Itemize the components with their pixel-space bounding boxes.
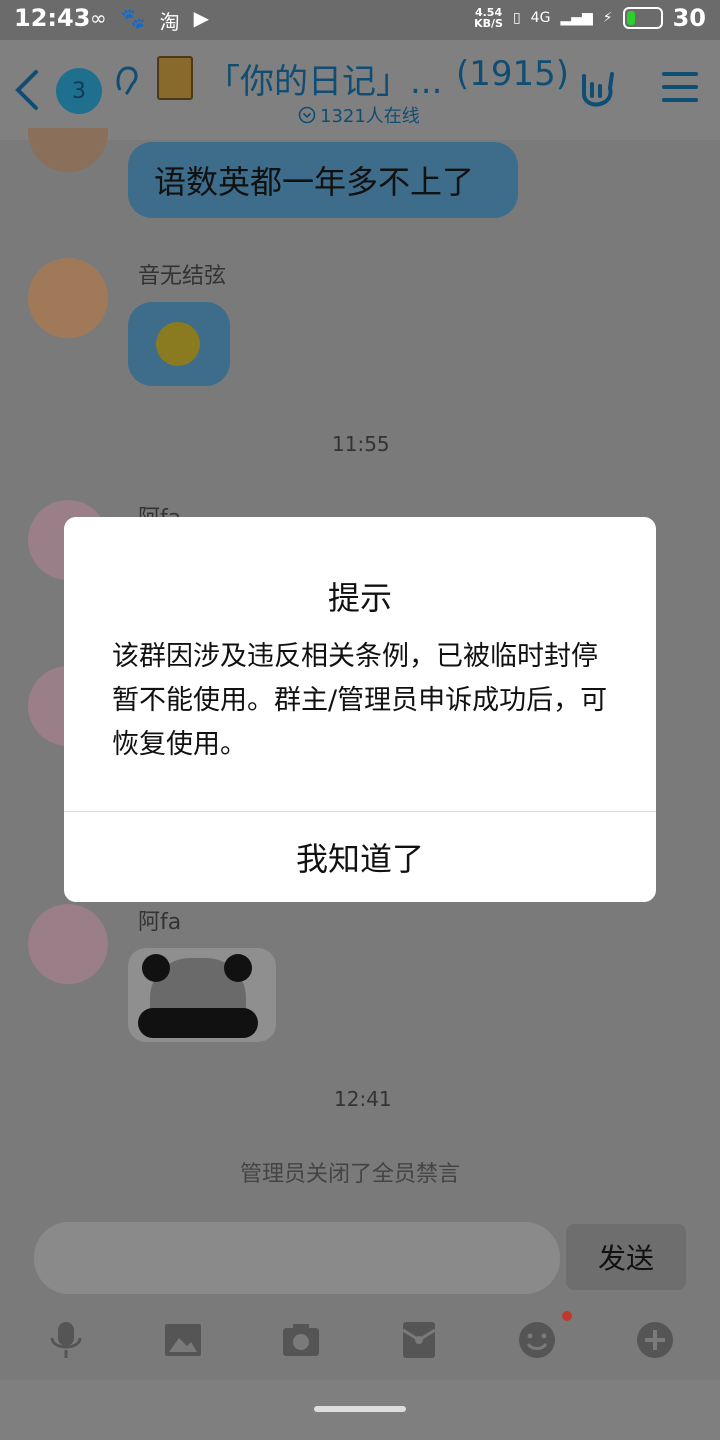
status-bar: 12:43 ∞ 🐾 淘 ▶ 4.54 KB/S ▯ 4G ▂▄▆ ⚡ 30: [0, 0, 720, 40]
dialog-message: 该群因涉及违反相关条例，已被临时封停暂不能使用。群主/管理员申诉成功后，可恢复使…: [112, 641, 608, 760]
message-input[interactable]: [34, 1222, 560, 1294]
microphone-icon[interactable]: [44, 1318, 88, 1362]
member-count[interactable]: (1915): [456, 54, 569, 94]
charging-icon: ⚡: [602, 10, 613, 26]
menu-icon[interactable]: [662, 72, 698, 104]
message-bubble[interactable]: [128, 302, 230, 386]
ear-icon[interactable]: [112, 64, 140, 100]
network-speed: 4.54 KB/S: [474, 6, 503, 30]
panda-sticker-image[interactable]: [128, 948, 276, 1042]
status-notification-icons: ∞ 🐾 淘 ▶: [90, 6, 209, 35]
infinity-icon: ∞: [90, 6, 107, 30]
dialog-title: 提示: [327, 579, 392, 617]
taobao-icon: 淘: [159, 10, 180, 34]
chat-header: 3 「你的日记」... (1915) 1321人在线: [0, 40, 720, 140]
paw-icon: 🐾: [120, 6, 146, 30]
send-button[interactable]: 发送: [566, 1224, 686, 1290]
acknowledge-button[interactable]: 我知道了: [64, 812, 656, 902]
message-bubble[interactable]: 语数英都一年多不上了: [128, 142, 518, 218]
notification-dot: [562, 1311, 572, 1321]
sender-name: 阿fa: [138, 910, 182, 935]
signal-icon: ▂▄▆: [560, 10, 593, 26]
status-right-group: 4.54 KB/S ▯ 4G ▂▄▆ ⚡ 30: [474, 4, 706, 32]
system-notice: 管理员关闭了全员禁言: [240, 1162, 461, 1187]
smiley-emoji-icon: [156, 322, 200, 366]
chevron-down-icon: [298, 106, 316, 124]
group-book-icon: [157, 56, 193, 100]
sender-name: 音无结弦: [138, 264, 227, 289]
alert-dialog: 提示 该群因涉及违反相关条例，已被临时封停暂不能使用。群主/管理员申诉成功后，可…: [64, 517, 656, 902]
image-icon[interactable]: [161, 1318, 205, 1362]
emoji-icon[interactable]: [515, 1318, 559, 1362]
battery-level: 30: [672, 4, 706, 32]
vibrate-icon: ▯: [512, 10, 521, 26]
battery-icon: [622, 7, 663, 29]
online-count[interactable]: 1321人在线: [298, 102, 420, 128]
camera-icon[interactable]: [279, 1318, 323, 1362]
timestamp: 12:41: [334, 1087, 392, 1111]
red-packet-icon[interactable]: [397, 1318, 441, 1362]
group-title[interactable]: 「你的日记」...: [206, 54, 442, 103]
avatar[interactable]: [28, 258, 108, 338]
network-type: 4G: [530, 10, 551, 26]
unread-badge[interactable]: 3: [56, 68, 102, 114]
timestamp: 11:55: [332, 432, 390, 456]
avatar[interactable]: [28, 128, 108, 172]
status-time: 12:43: [14, 4, 91, 32]
home-indicator[interactable]: [314, 1406, 406, 1412]
plus-icon[interactable]: [633, 1318, 677, 1362]
play-icon: ▶: [193, 6, 209, 30]
hand-gesture-icon[interactable]: [576, 66, 620, 110]
back-arrow-icon[interactable]: [10, 68, 44, 112]
avatar[interactable]: [28, 904, 108, 984]
